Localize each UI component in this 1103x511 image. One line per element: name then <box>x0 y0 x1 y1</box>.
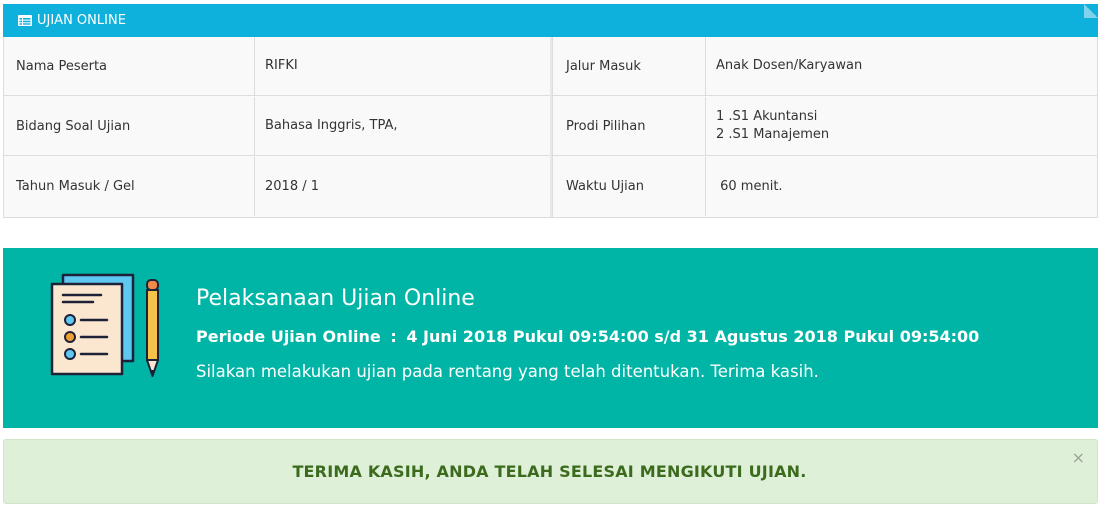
period-value: 4 Juni 2018 Pukul 09:54:00 s/d 31 Agustu… <box>406 327 980 346</box>
exam-schedule-banner: Pelaksanaan Ujian Online Periode Ujian O… <box>3 248 1098 428</box>
banner-title: Pelaksanaan Ujian Online <box>196 286 475 311</box>
value-bidang-soal: Bahasa Inggris, TPA, <box>265 118 398 133</box>
alert-message: TERIMA KASIH, ANDA TELAH SELESAI MENGIKU… <box>292 462 807 481</box>
success-alert: TERIMA KASIH, ANDA TELAH SELESAI MENGIKU… <box>3 439 1098 504</box>
label-waktu-ujian: Waktu Ujian <box>566 179 644 194</box>
info-left-column: Nama Peserta RIFKI Bidang Soal Ujian Bah… <box>4 37 550 217</box>
close-icon[interactable]: × <box>1072 450 1085 466</box>
label-nama-peserta: Nama Peserta <box>16 58 108 74</box>
label-jalur-masuk: Jalur Masuk <box>566 58 641 74</box>
value-waktu-ujian: 60 menit. <box>716 178 783 194</box>
value-tahun-masuk: 2018 / 1 <box>265 178 319 194</box>
period-colon: : <box>390 327 397 346</box>
prodi-option-2: 2 .S1 Manajemen <box>716 127 830 142</box>
value-jalur-masuk: Anak Dosen/Karyawan <box>716 58 863 73</box>
prodi-option-1: 1 .S1 Akuntansi <box>716 109 818 124</box>
label-tahun-masuk: Tahun Masuk / Gel <box>16 179 135 194</box>
label-prodi-pilihan: Prodi Pilihan <box>566 118 646 134</box>
table-row: Prodi Pilihan 1 .S1 Akuntansi 2 .S1 Mana… <box>553 97 1098 156</box>
value-prodi-pilihan: 1 .S1 Akuntansi 2 .S1 Manajemen <box>716 97 829 155</box>
table-row: Tahun Masuk / Gel 2018 / 1 <box>4 157 550 216</box>
label-bidang-soal: Bidang Soal Ujian <box>16 118 131 134</box>
table-row: Waktu Ujian 60 menit. <box>553 157 1098 216</box>
table-row: Bidang Soal Ujian Bahasa Inggris, TPA, <box>4 97 550 156</box>
info-right-column: Jalur Masuk Anak Dosen/Karyawan Prodi Pi… <box>552 37 1098 217</box>
value-nama-peserta: RIFKI <box>265 58 298 73</box>
panel-header: UJIAN ONLINE <box>3 4 1098 37</box>
table-row: Nama Peserta RIFKI <box>4 37 550 96</box>
corner-fold <box>1084 4 1098 18</box>
table-row: Jalur Masuk Anak Dosen/Karyawan <box>553 37 1098 96</box>
panel-title: UJIAN ONLINE <box>37 13 126 28</box>
exam-checklist-pencil-icon <box>49 272 169 384</box>
exam-period: Periode Ujian Online : 4 Juni 2018 Pukul… <box>196 327 979 346</box>
table-list-icon <box>18 15 32 26</box>
banner-note: Silakan melakukan ujian pada rentang yan… <box>196 362 819 381</box>
period-label: Periode Ujian Online <box>196 327 381 346</box>
exam-info-table: Nama Peserta RIFKI Bidang Soal Ujian Bah… <box>3 37 1098 218</box>
